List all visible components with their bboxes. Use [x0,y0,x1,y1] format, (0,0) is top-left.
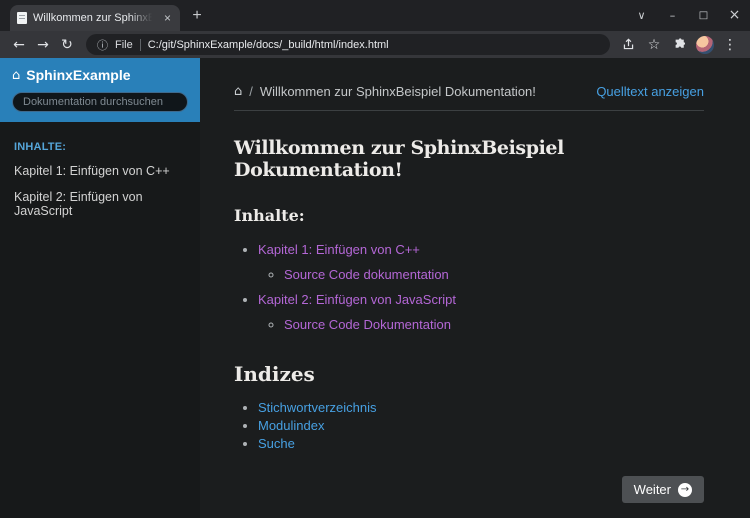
breadcrumb-separator: / [249,84,253,99]
extensions-puzzle-icon[interactable] [670,35,690,55]
browser-tab[interactable]: Willkommen zur SphinxBeispiel Dokumentat… [10,5,180,31]
view-source-link[interactable]: Quelltext anzeigen [596,84,704,99]
browser-window: Willkommen zur SphinxBeispiel Dokumentat… [0,0,750,518]
sidebar: ⌂ SphinxExample INHALTE: Kapitel 1: Einf… [0,58,200,518]
url-text: C:/git/SphinxExample/docs/_build/html/in… [148,39,389,51]
toc-item: Kapitel 2: Einfügen von JavaScript Sourc… [258,292,704,332]
close-button[interactable]: × [719,0,750,30]
project-title: SphinxExample [26,67,130,83]
forward-button[interactable]: → [32,34,54,56]
new-tab-button[interactable]: + [184,3,210,29]
sidebar-item-kapitel2[interactable]: Kapitel 2: Einfügen von JavaScript [0,184,200,224]
back-button[interactable]: ← [8,34,30,56]
sidebar-item-kapitel1[interactable]: Kapitel 1: Einfügen von C++ [0,158,200,184]
index-item: Stichwortverzeichnis [258,400,704,415]
tab-close-icon[interactable]: × [162,11,173,25]
breadcrumb-current: Willkommen zur SphinxBeispiel Dokumentat… [260,84,536,99]
arrow-circle-right-icon: → [678,483,692,497]
pager: Weiter → [234,476,704,503]
page-info-icon[interactable]: ⓘ [97,37,108,53]
url-separator [140,39,141,51]
index-link-modulindex[interactable]: Modulindex [258,418,325,433]
search-input[interactable] [12,92,188,112]
share-icon[interactable] [618,35,638,55]
profile-avatar[interactable] [696,36,714,54]
toc-heading: Inhalte: [234,206,704,225]
toc-sublist: Source Code Dokumentation [258,317,704,332]
index-link-stichwortverzeichnis[interactable]: Stichwortverzeichnis [258,400,377,415]
menu-dots-icon[interactable]: ⋮ [720,35,740,55]
bookmark-star-icon[interactable]: ☆ [644,35,664,55]
project-home-link[interactable]: ⌂ SphinxExample [12,67,188,83]
reload-button[interactable]: ↻ [56,34,78,56]
toc-link-kapitel1[interactable]: Kapitel 1: Einfügen von C++ [258,242,420,257]
toc-list: Kapitel 1: Einfügen von C++ Source Code … [234,242,704,332]
page-title: Willkommen zur SphinxBeispiel Dokumentat… [234,137,704,181]
next-page-label: Weiter [634,482,671,497]
toc-link-kapitel2[interactable]: Kapitel 2: Einfügen von JavaScript [258,292,456,307]
browser-toolbar: ← → ↻ ⓘ File C:/git/SphinxExample/docs/_… [0,31,750,58]
window-controls: ∨ – □ × [626,0,750,30]
toc-sublink-kapitel2[interactable]: Source Code Dokumentation [284,317,451,332]
address-bar[interactable]: ⓘ File C:/git/SphinxExample/docs/_build/… [86,34,610,55]
page-body: ⌂ SphinxExample INHALTE: Kapitel 1: Einf… [0,58,750,518]
url-scheme-label: File [115,39,133,51]
breadcrumb-divider [234,110,704,111]
breadcrumb: ⌂ / Willkommen zur SphinxBeispiel Dokume… [234,84,704,99]
toc-subitem: Source Code dokumentation [284,267,704,282]
main-content: ⌂ / Willkommen zur SphinxBeispiel Dokume… [200,58,750,518]
index-link-suche[interactable]: Suche [258,436,295,451]
window-chevron-icon[interactable]: ∨ [626,0,657,30]
index-item: Suche [258,436,704,451]
tab-strip: Willkommen zur SphinxBeispiel Dokumentat… [0,0,750,31]
sidebar-header: ⌂ SphinxExample [0,58,200,122]
next-page-button[interactable]: Weiter → [622,476,704,503]
tab-title: Willkommen zur SphinxBeispiel Dokumentat… [33,12,156,24]
home-icon: ⌂ [12,68,20,83]
toc-sublink-kapitel1[interactable]: Source Code dokumentation [284,267,449,282]
toc-sublist: Source Code dokumentation [258,267,704,282]
index-item: Modulindex [258,418,704,433]
breadcrumb-home-icon[interactable]: ⌂ [234,84,242,99]
toc-subitem: Source Code Dokumentation [284,317,704,332]
page-favicon-icon [17,12,27,24]
toc-item: Kapitel 1: Einfügen von C++ Source Code … [258,242,704,282]
toolbar-actions: ☆ ⋮ [618,35,742,55]
sidebar-caption: INHALTE: [0,122,200,158]
maximize-button[interactable]: □ [688,0,719,30]
minimize-button[interactable]: – [657,0,688,30]
indices-heading: Indizes [234,362,704,386]
indices-list: Stichwortverzeichnis Modulindex Suche [234,400,704,451]
